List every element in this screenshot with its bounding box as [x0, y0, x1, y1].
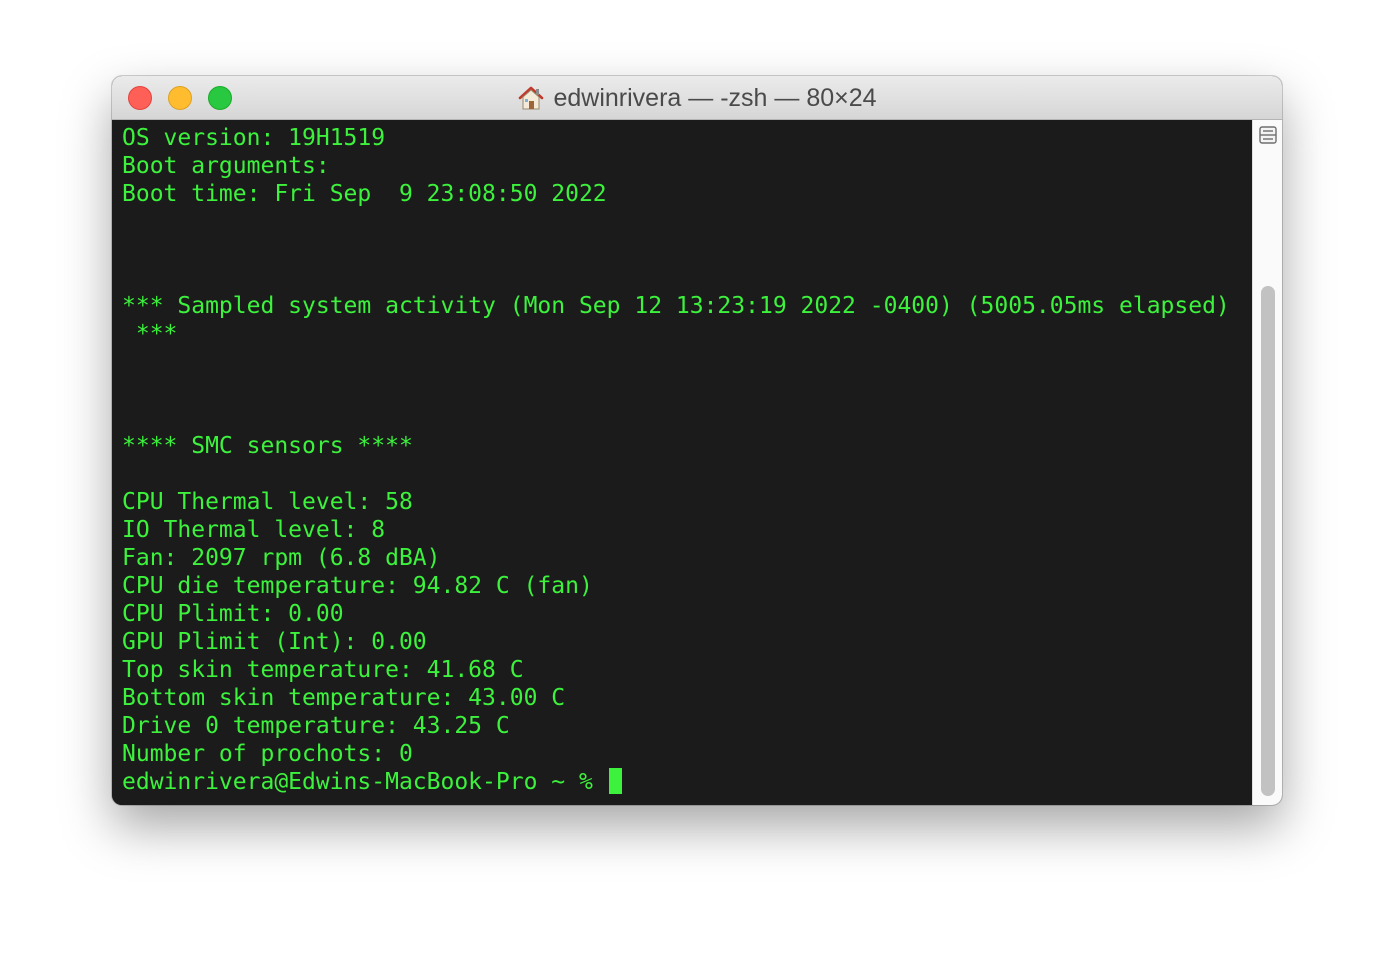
terminal-line: OS version: 19H1519: [122, 125, 386, 151]
terminal-line: IO Thermal level: 8: [122, 517, 386, 543]
prompt-line[interactable]: edwinrivera@Edwins-MacBook-Pro ~ %: [122, 768, 1252, 796]
shell-prompt: edwinrivera@Edwins-MacBook-Pro ~ %: [122, 769, 607, 795]
terminal-line: CPU die temperature: 94.82 C (fan): [122, 573, 593, 599]
text-cursor: [608, 768, 622, 794]
terminal-line: Boot time: Fri Sep 9 23:08:50 2022: [122, 181, 607, 207]
scrollbar[interactable]: [1252, 120, 1282, 805]
home-icon: [519, 86, 544, 110]
terminal-line: CPU Thermal level: 58: [122, 489, 413, 515]
window-title-area: edwinrivera — -zsh — 80×24: [112, 76, 1282, 120]
terminal-output[interactable]: OS version: 19H1519 Boot arguments: Boot t…: [112, 120, 1252, 805]
terminal-line: Number of prochots: 0: [122, 741, 413, 767]
terminal-window: edwinrivera — -zsh — 80×24 OS version: 1…: [112, 76, 1282, 805]
terminal-lines: OS version: 19H1519 Boot arguments: Boot t…: [122, 124, 1252, 768]
split-pane-icon[interactable]: [1259, 126, 1277, 144]
terminal-line: CPU Plimit: 0.00: [122, 601, 344, 627]
terminal-line: *** Sampled system activity (Mon Sep 12 …: [122, 293, 1230, 319]
terminal-line: Top skin temperature: 41.68 C: [122, 657, 524, 683]
terminal-line: Boot arguments:: [122, 153, 330, 179]
terminal-line: Fan: 2097 rpm (6.8 dBA): [122, 545, 441, 571]
terminal-line: **** SMC sensors ****: [122, 433, 413, 459]
scrollbar-thumb[interactable]: [1261, 286, 1275, 796]
window-title: edwinrivera — -zsh — 80×24: [553, 83, 877, 112]
title-bar[interactable]: edwinrivera — -zsh — 80×24: [112, 76, 1282, 120]
terminal-line: Bottom skin temperature: 43.00 C: [122, 685, 566, 711]
terminal-line: Drive 0 temperature: 43.25 C: [122, 713, 510, 739]
terminal-line: GPU Plimit (Int): 0.00: [122, 629, 427, 655]
terminal-line: ***: [122, 321, 178, 347]
